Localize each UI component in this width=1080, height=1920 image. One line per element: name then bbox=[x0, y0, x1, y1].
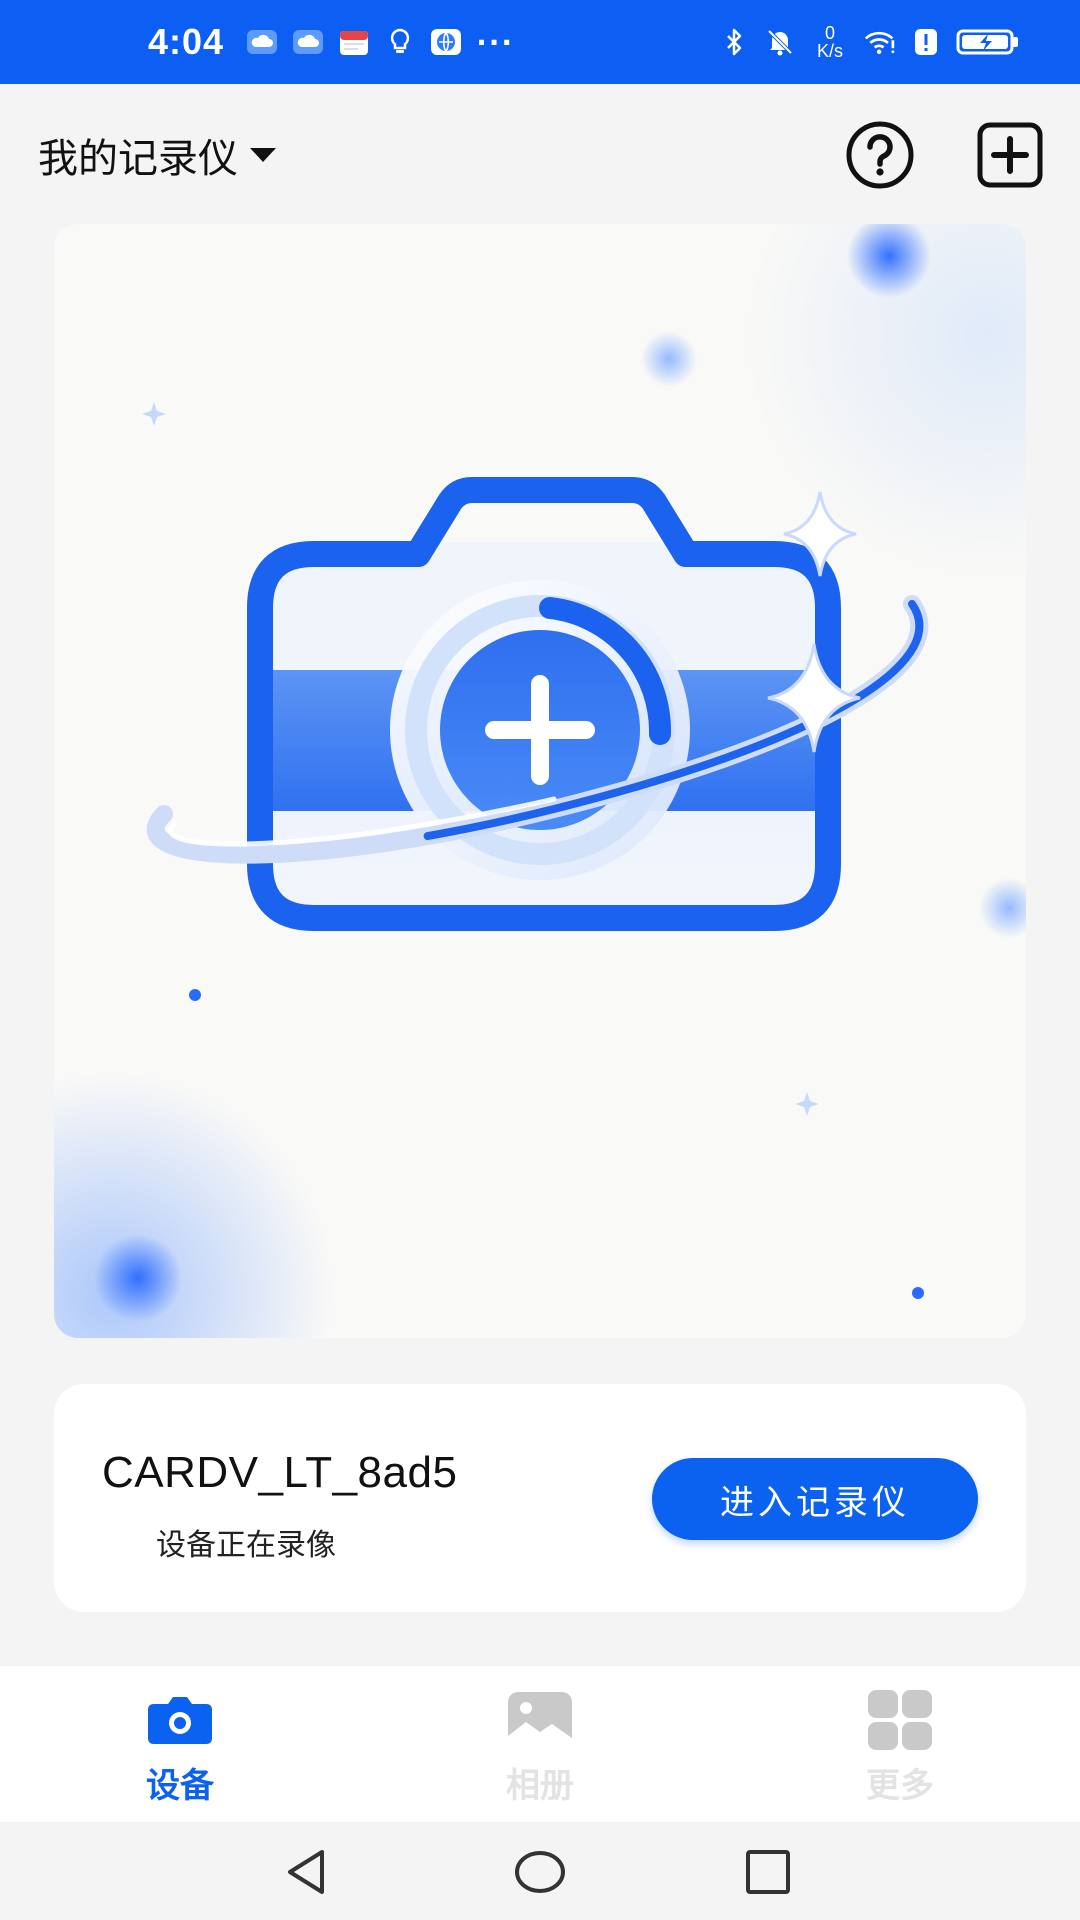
status-time: 4:04 bbox=[148, 21, 225, 62]
recent-square-icon bbox=[746, 1850, 790, 1894]
glow-particle bbox=[847, 224, 931, 298]
help-circle-icon bbox=[846, 121, 914, 189]
back-button[interactable] bbox=[276, 1840, 340, 1904]
dot-particle bbox=[189, 989, 201, 1001]
gallery-icon bbox=[504, 1690, 576, 1750]
device-name: CARDV_LT_8ad5 bbox=[102, 1448, 458, 1497]
device-card: CARDV_LT_8ad5 设备正在录像 进入记录仪 bbox=[54, 1384, 1026, 1612]
alert-icon bbox=[910, 26, 942, 58]
tab-device-label: 设备 bbox=[146, 1766, 214, 1806]
status-bar: 4:04 ··· 0 K/s bbox=[0, 0, 1080, 84]
network-speed-value: 0 bbox=[824, 23, 835, 43]
cloud-icon bbox=[292, 26, 324, 58]
back-triangle-icon bbox=[288, 1850, 324, 1894]
bluetooth-icon bbox=[718, 26, 750, 58]
battery-charging-icon bbox=[956, 26, 1020, 58]
caret-down-icon bbox=[250, 148, 276, 162]
tab-album[interactable]: 相册 bbox=[440, 1666, 640, 1822]
tab-more-label: 更多 bbox=[866, 1766, 934, 1806]
home-circle-icon bbox=[515, 1851, 565, 1893]
grid-icon bbox=[864, 1690, 936, 1750]
header-actions bbox=[844, 119, 1046, 191]
device-selector-label: 我的记录仪 bbox=[38, 136, 238, 182]
wifi-icon bbox=[864, 26, 896, 58]
enter-recorder-button[interactable]: 进入记录仪 bbox=[652, 1458, 978, 1540]
glow-particle bbox=[641, 331, 697, 387]
recent-apps-button[interactable] bbox=[736, 1840, 800, 1904]
glow-particle bbox=[979, 878, 1026, 938]
tab-more[interactable]: 更多 bbox=[800, 1666, 1000, 1822]
help-button[interactable] bbox=[844, 119, 916, 191]
network-speed: 0 K/s bbox=[810, 24, 850, 60]
bottom-tab-bar: 设备 相册 更多 bbox=[0, 1666, 1080, 1822]
status-left: 4:04 ··· bbox=[148, 21, 514, 63]
lightbulb-icon bbox=[384, 26, 416, 58]
cloud-icon bbox=[246, 26, 278, 58]
sparkle-icon bbox=[142, 402, 166, 426]
app-header: 我的记录仪 bbox=[0, 84, 1080, 226]
system-navigation-bar bbox=[0, 1822, 1080, 1920]
dot-particle bbox=[912, 1287, 924, 1299]
add-square-icon bbox=[977, 122, 1043, 188]
sparkle-icon bbox=[795, 1092, 819, 1116]
home-button[interactable] bbox=[508, 1840, 572, 1904]
device-status: 设备正在录像 bbox=[156, 1528, 336, 1563]
status-right: 0 K/s bbox=[718, 24, 1020, 60]
glow-particle bbox=[94, 1234, 182, 1322]
more-notifications-indicator: ··· bbox=[476, 25, 514, 59]
mute-bell-icon bbox=[764, 26, 796, 58]
hero-illustration-card bbox=[54, 224, 1026, 1338]
add-device-button[interactable] bbox=[974, 119, 1046, 191]
tab-album-label: 相册 bbox=[506, 1766, 574, 1806]
network-speed-unit: K/s bbox=[816, 41, 843, 61]
camera-icon bbox=[144, 1690, 216, 1750]
calendar-icon bbox=[338, 26, 370, 58]
camera-add-illustration bbox=[94, 224, 1026, 1322]
browser-icon bbox=[430, 26, 462, 58]
device-selector-dropdown[interactable]: 我的记录仪 bbox=[38, 126, 276, 184]
tab-device[interactable]: 设备 bbox=[80, 1666, 280, 1822]
